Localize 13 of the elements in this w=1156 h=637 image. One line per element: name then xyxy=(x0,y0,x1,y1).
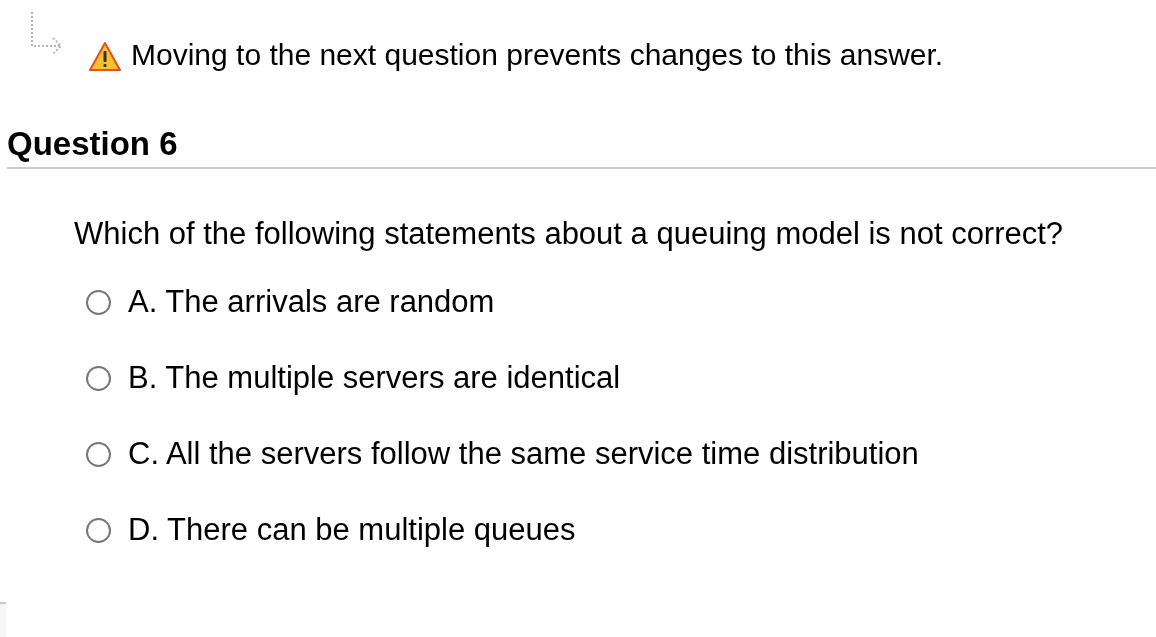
radio-button[interactable] xyxy=(86,441,111,467)
radio-button[interactable] xyxy=(86,289,111,315)
radio-button[interactable] xyxy=(86,517,111,543)
warning-icon xyxy=(89,41,121,73)
warning-message: Moving to the next question prevents changes to this answer. xyxy=(131,38,944,72)
question-title: Question 6 xyxy=(7,124,178,164)
option-label: A. The arrivals are random xyxy=(128,284,495,320)
question-text: Which of the following statements about a queuing model is not correct? xyxy=(74,215,1064,253)
option-label: D. There can be multiple queues xyxy=(128,512,576,548)
panel-edge xyxy=(0,602,6,637)
option-label: C. All the servers follow the same service time distribution xyxy=(128,436,919,472)
radio-button[interactable] xyxy=(86,365,111,391)
option-label: B. The multiple servers are identical xyxy=(128,360,621,396)
